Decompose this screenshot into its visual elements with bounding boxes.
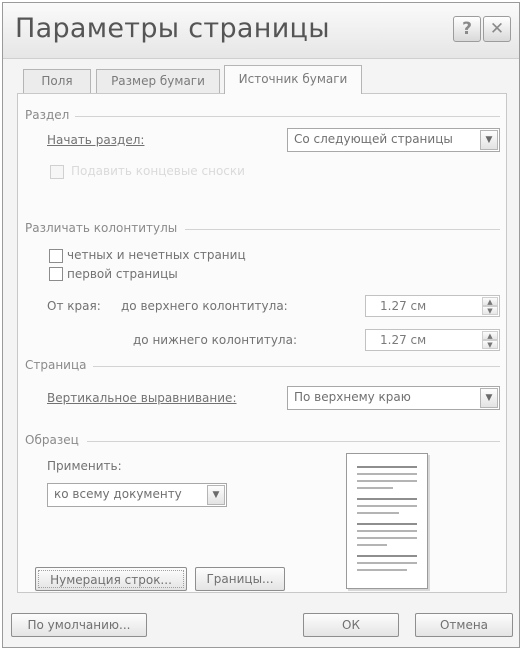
section-start-value: Со следующей страницы xyxy=(294,132,453,146)
borders-button[interactable]: Границы... xyxy=(195,567,285,591)
headers-group-label: Различать колонтитулы xyxy=(25,221,178,235)
section-divider xyxy=(75,116,500,117)
help-button[interactable]: ? xyxy=(453,16,481,42)
default-button[interactable]: По умолчанию... xyxy=(11,613,147,637)
title-bar: Параметры страницы ? ✕ xyxy=(3,3,519,59)
header-distance-label: до верхнего колонтитула: xyxy=(121,299,288,313)
chevron-down-icon: ▼ xyxy=(480,130,498,150)
tab-paper-size[interactable]: Размер бумаги xyxy=(96,69,220,93)
ok-button-label: ОК xyxy=(342,618,360,632)
header-distance-spinner[interactable]: 1.27 см ▲ ▼ xyxy=(365,295,500,317)
odd-even-label: четных и нечетных страниц xyxy=(67,248,246,262)
page-setup-dialog: Параметры страницы ? ✕ Поля Размер бумаг… xyxy=(2,2,520,648)
sample-divider xyxy=(87,441,500,442)
from-edge-label: От края: xyxy=(47,299,101,313)
tab-paper-source[interactable]: Источник бумаги xyxy=(224,65,362,94)
dialog-title: Параметры страницы xyxy=(15,13,330,44)
tab-paper-source-label: Источник бумаги xyxy=(238,72,348,86)
sample-group-label: Образец xyxy=(25,433,79,447)
suppress-endnotes-checkbox[interactable] xyxy=(50,165,64,179)
first-page-label: первой страницы xyxy=(67,267,178,281)
valign-label: Вертикальное выравнивание: xyxy=(47,391,237,405)
line-numbers-button[interactable]: Нумерация строк... xyxy=(35,567,187,591)
help-icon: ? xyxy=(462,19,472,39)
section-group-label: Раздел xyxy=(25,108,70,122)
arrow-down-icon[interactable]: ▼ xyxy=(482,306,498,315)
suppress-endnotes-label: Подавить концевые сноски xyxy=(71,164,245,178)
first-page-checkbox[interactable] xyxy=(49,267,63,281)
cancel-button[interactable]: Отмена xyxy=(415,613,513,637)
ok-button[interactable]: ОК xyxy=(303,613,399,637)
page-group-label: Страница xyxy=(25,358,87,372)
arrow-up-icon[interactable]: ▲ xyxy=(482,297,498,306)
tab-margins-label: Поля xyxy=(41,74,73,88)
page-divider xyxy=(93,366,500,367)
line-numbers-button-label: Нумерация строк... xyxy=(38,570,184,588)
default-button-label: По умолчанию... xyxy=(27,618,131,632)
header-distance-value: 1.27 см xyxy=(380,299,427,313)
arrow-up-icon[interactable]: ▲ xyxy=(482,331,498,340)
borders-button-label: Границы... xyxy=(206,572,274,586)
cancel-button-label: Отмена xyxy=(439,618,489,632)
chevron-down-icon: ▼ xyxy=(207,485,225,505)
close-icon: ✕ xyxy=(489,19,505,39)
apply-to-label: Применить: xyxy=(47,459,122,473)
valign-combo[interactable]: По верхнему краю ▼ xyxy=(287,386,500,410)
section-start-label: Начать раздел: xyxy=(47,133,145,147)
valign-value: По верхнему краю xyxy=(294,390,411,404)
tab-margins[interactable]: Поля xyxy=(23,69,91,93)
arrow-down-icon[interactable]: ▼ xyxy=(482,340,498,349)
apply-to-combo[interactable]: ко всему документу ▼ xyxy=(47,483,227,507)
section-start-combo[interactable]: Со следующей страницы ▼ xyxy=(287,128,500,152)
close-button[interactable]: ✕ xyxy=(483,16,511,42)
apply-to-value: ко всему документу xyxy=(54,487,182,501)
footer-distance-label: до нижнего колонтитула: xyxy=(133,333,297,347)
footer-distance-spinner[interactable]: 1.27 см ▲ ▼ xyxy=(365,329,500,351)
chevron-down-icon: ▼ xyxy=(480,388,498,408)
tab-paper-size-label: Размер бумаги xyxy=(111,74,205,88)
odd-even-checkbox[interactable] xyxy=(49,249,63,263)
headers-divider xyxy=(185,229,500,230)
page-preview xyxy=(346,453,428,589)
footer-distance-value: 1.27 см xyxy=(380,333,427,347)
